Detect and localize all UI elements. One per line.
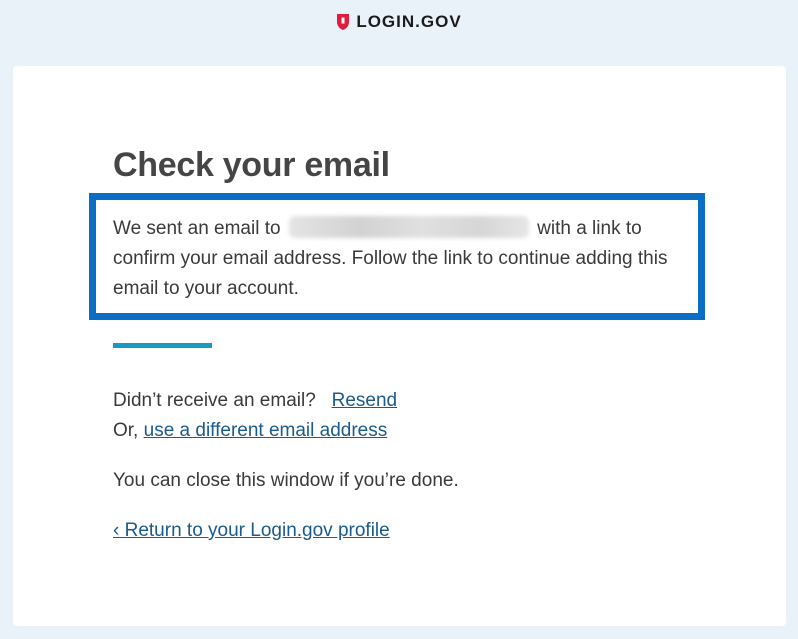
alternate-prefix: Or, — [113, 420, 139, 441]
site-header: LOGIN.GOV — [0, 8, 798, 36]
logo-text: LOGIN.GOV — [356, 12, 462, 31]
shield-icon — [336, 13, 350, 31]
close-window-text: You can close this window if you’re done… — [113, 470, 459, 491]
return-to-profile-link[interactable]: ‹ Return to your Login.gov profile — [113, 520, 390, 541]
alternate-email-row: Or, use a different email address — [113, 420, 387, 442]
redacted-email — [288, 216, 529, 238]
accent-divider — [113, 343, 212, 348]
page-title: Check your email — [113, 146, 390, 184]
different-email-link[interactable]: use a different email address — [144, 420, 388, 441]
resend-prompt: Didn’t receive an email? — [113, 390, 316, 411]
confirmation-message: We sent an email to with a link to confi… — [113, 214, 698, 304]
resend-row: Didn’t receive an email? Resend — [113, 390, 397, 412]
message-prefix: We sent an email to — [113, 218, 281, 239]
resend-link[interactable]: Resend — [332, 390, 398, 411]
login-gov-logo[interactable]: LOGIN.GOV — [336, 12, 461, 32]
return-row: ‹ Return to your Login.gov profile — [113, 520, 390, 542]
